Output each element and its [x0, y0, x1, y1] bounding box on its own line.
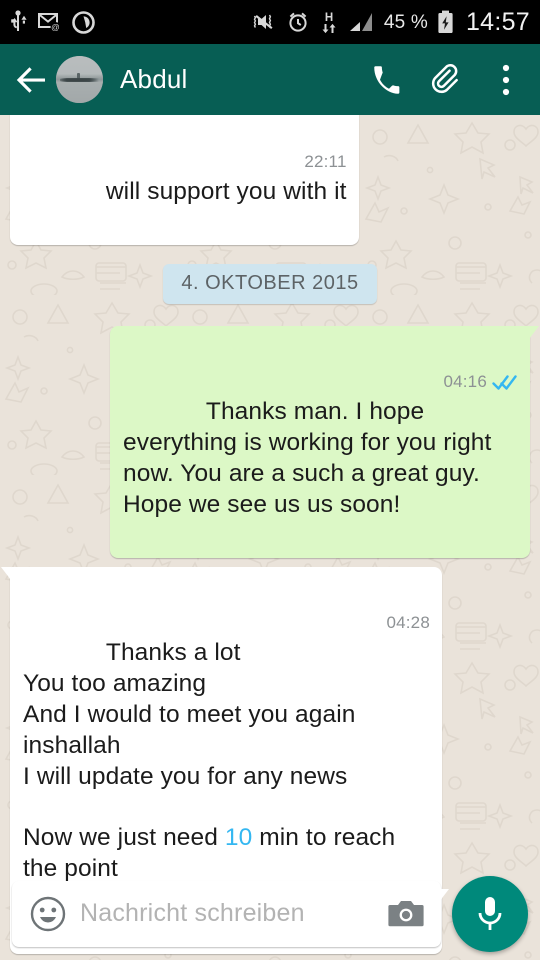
message-body: will support you with it — [105, 177, 347, 205]
usb-icon — [11, 10, 27, 31]
chat-message-list[interactable]: … 22:11 will support you with it 4. OKTO… — [0, 115, 540, 960]
camera-icon — [388, 900, 424, 926]
status-bar-right-icons: H 45 % 14:57 — [251, 7, 530, 36]
messages-container: … 22:11 will support you with it 4. OKTO… — [0, 115, 540, 960]
contact-name-title[interactable]: Abdul — [120, 64, 188, 95]
camera-button[interactable] — [383, 892, 429, 936]
battery-percent-label: 45 % — [383, 11, 428, 33]
message-bubble-outgoing[interactable]: 04:16 Thanks man. I hope everything is w… — [110, 326, 539, 559]
date-chip-label: 4. OKTOBER 2015 — [163, 264, 377, 305]
call-button[interactable] — [366, 58, 406, 102]
date-divider: 4. OKTOBER 2015 — [10, 264, 530, 305]
message-meta: 04:16 — [443, 371, 518, 392]
phone-screen: @ H 45 % 14:57 Abdul 22:11 will support … — [0, 0, 540, 960]
avatar-photo — [56, 56, 103, 103]
double-check-blue-icon — [492, 374, 517, 390]
battery-charging-icon — [438, 10, 453, 33]
composer-bar: Nachricht schreiben — [0, 867, 540, 960]
microphone-icon — [478, 896, 502, 930]
status-bar: @ H 45 % 14:57 — [0, 0, 540, 44]
attach-button[interactable] — [426, 58, 466, 102]
alarm-icon — [289, 12, 307, 32]
paperclip-icon — [431, 63, 458, 93]
voice-record-button[interactable] — [452, 875, 528, 952]
email-at-icon: @ — [38, 13, 61, 32]
message-text: 04:16 Thanks man. I hope everything is w… — [123, 335, 518, 551]
svg-text:H: H — [325, 12, 333, 24]
message-meta: 22:11 — [304, 151, 346, 172]
message-meta: 04:28 — [386, 612, 430, 633]
message-time: 04:28 — [386, 613, 430, 633]
back-arrow-icon — [16, 66, 45, 93]
app-bar-actions — [366, 58, 526, 102]
contact-avatar[interactable] — [56, 56, 103, 103]
message-bubble-incoming[interactable]: … 22:11 will support you with it — [10, 115, 359, 246]
emoji-smiley-icon — [30, 896, 66, 931]
message-input-placeholder[interactable]: Nachricht schreiben — [80, 899, 383, 928]
message-row-clipped-top[interactable]: … 22:11 will support you with it — [10, 115, 530, 246]
message-text: 22:11 will support you with it — [23, 115, 347, 238]
app-circle-icon — [72, 10, 95, 34]
message-body-before-link: Thanks a lot You too amazing And I would… — [23, 639, 356, 852]
message-time: 22:11 — [304, 151, 347, 171]
phone-icon — [374, 65, 400, 94]
status-bar-left-icons: @ — [8, 10, 95, 34]
overflow-menu-button[interactable] — [486, 58, 526, 102]
status-bar-clock: 14:57 — [465, 7, 530, 36]
app-bar: Abdul — [0, 44, 540, 115]
back-button[interactable] — [10, 58, 54, 102]
message-body: Thanks man. I hope everything is working… — [123, 398, 499, 518]
message-link[interactable]: 10 — [225, 824, 252, 851]
mute-vibrate-icon — [253, 14, 273, 30]
message-time: 04:16 — [443, 372, 487, 392]
emoji-button[interactable] — [26, 892, 70, 936]
svg-text:@: @ — [51, 22, 60, 32]
overflow-menu-icon — [502, 64, 510, 95]
signal-bars-icon — [349, 13, 372, 31]
message-row-outgoing[interactable]: 04:16 Thanks man. I hope everything is w… — [10, 326, 539, 559]
hspa-data-icon: H — [322, 12, 336, 33]
message-input-container[interactable]: Nachricht schreiben — [12, 880, 449, 947]
